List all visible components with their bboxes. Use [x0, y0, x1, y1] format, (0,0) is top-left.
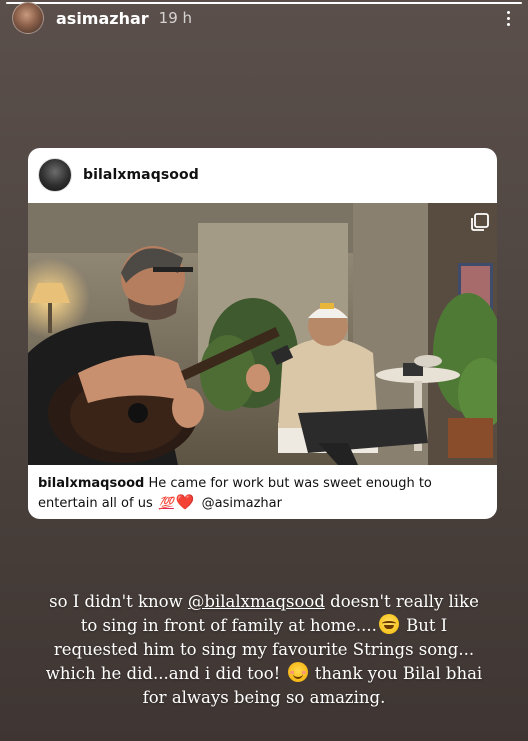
- caption-mention[interactable]: @asimazhar: [198, 496, 282, 511]
- story-timestamp: 19 h: [158, 9, 193, 27]
- story-text-segment: thank you Bilal bhai: [309, 664, 483, 683]
- story-text-line: which he did...and i did too! thank you …: [20, 662, 508, 686]
- shared-post-caption: bilalxmaqsood He came for work but was s…: [38, 475, 489, 513]
- story-text-line: for always being so amazing.: [142, 688, 386, 707]
- heart-icon: ❤️: [175, 493, 195, 511]
- smiling-emoji-icon: [287, 662, 308, 682]
- shared-post-username[interactable]: bilalxmaqsood: [83, 167, 199, 183]
- story-text-segment: to sing in front of family at home....: [80, 616, 377, 635]
- laughing-emoji-icon: [378, 614, 399, 634]
- story-text-segment: so I didn't know: [49, 592, 188, 611]
- caption-username[interactable]: bilalxmaqsood: [38, 476, 144, 491]
- story-text-segment: doesn't really like: [324, 592, 479, 611]
- shared-post-card[interactable]: bilalxmaqsood bilalxmaqsood He came for …: [28, 148, 497, 519]
- shared-post-avatar[interactable]: [38, 158, 72, 192]
- story-text-line: to sing in front of family at home.... B…: [20, 614, 508, 638]
- story-mention[interactable]: @bilalxmaqsood: [188, 592, 325, 611]
- story-header: asimazhar 19 h: [12, 2, 518, 34]
- author-avatar[interactable]: [12, 2, 44, 34]
- story-text-segment: But I: [400, 616, 448, 635]
- story-text-line: requested him to sing my favourite Strin…: [53, 640, 475, 659]
- story-text-segment: which he did...and i did too!: [45, 664, 286, 683]
- more-vertical-icon[interactable]: [498, 6, 518, 30]
- story-text-overlay: so I didn't know @bilalxmaqsood doesn't …: [20, 590, 508, 710]
- hundred-points-icon: 💯: [158, 496, 174, 510]
- shared-post-header: bilalxmaqsood: [28, 148, 497, 202]
- carousel-icon: [471, 213, 489, 231]
- author-username[interactable]: asimazhar: [56, 9, 149, 28]
- shared-post-photo[interactable]: [28, 203, 497, 465]
- story-text-line: so I didn't know @bilalxmaqsood doesn't …: [20, 590, 508, 614]
